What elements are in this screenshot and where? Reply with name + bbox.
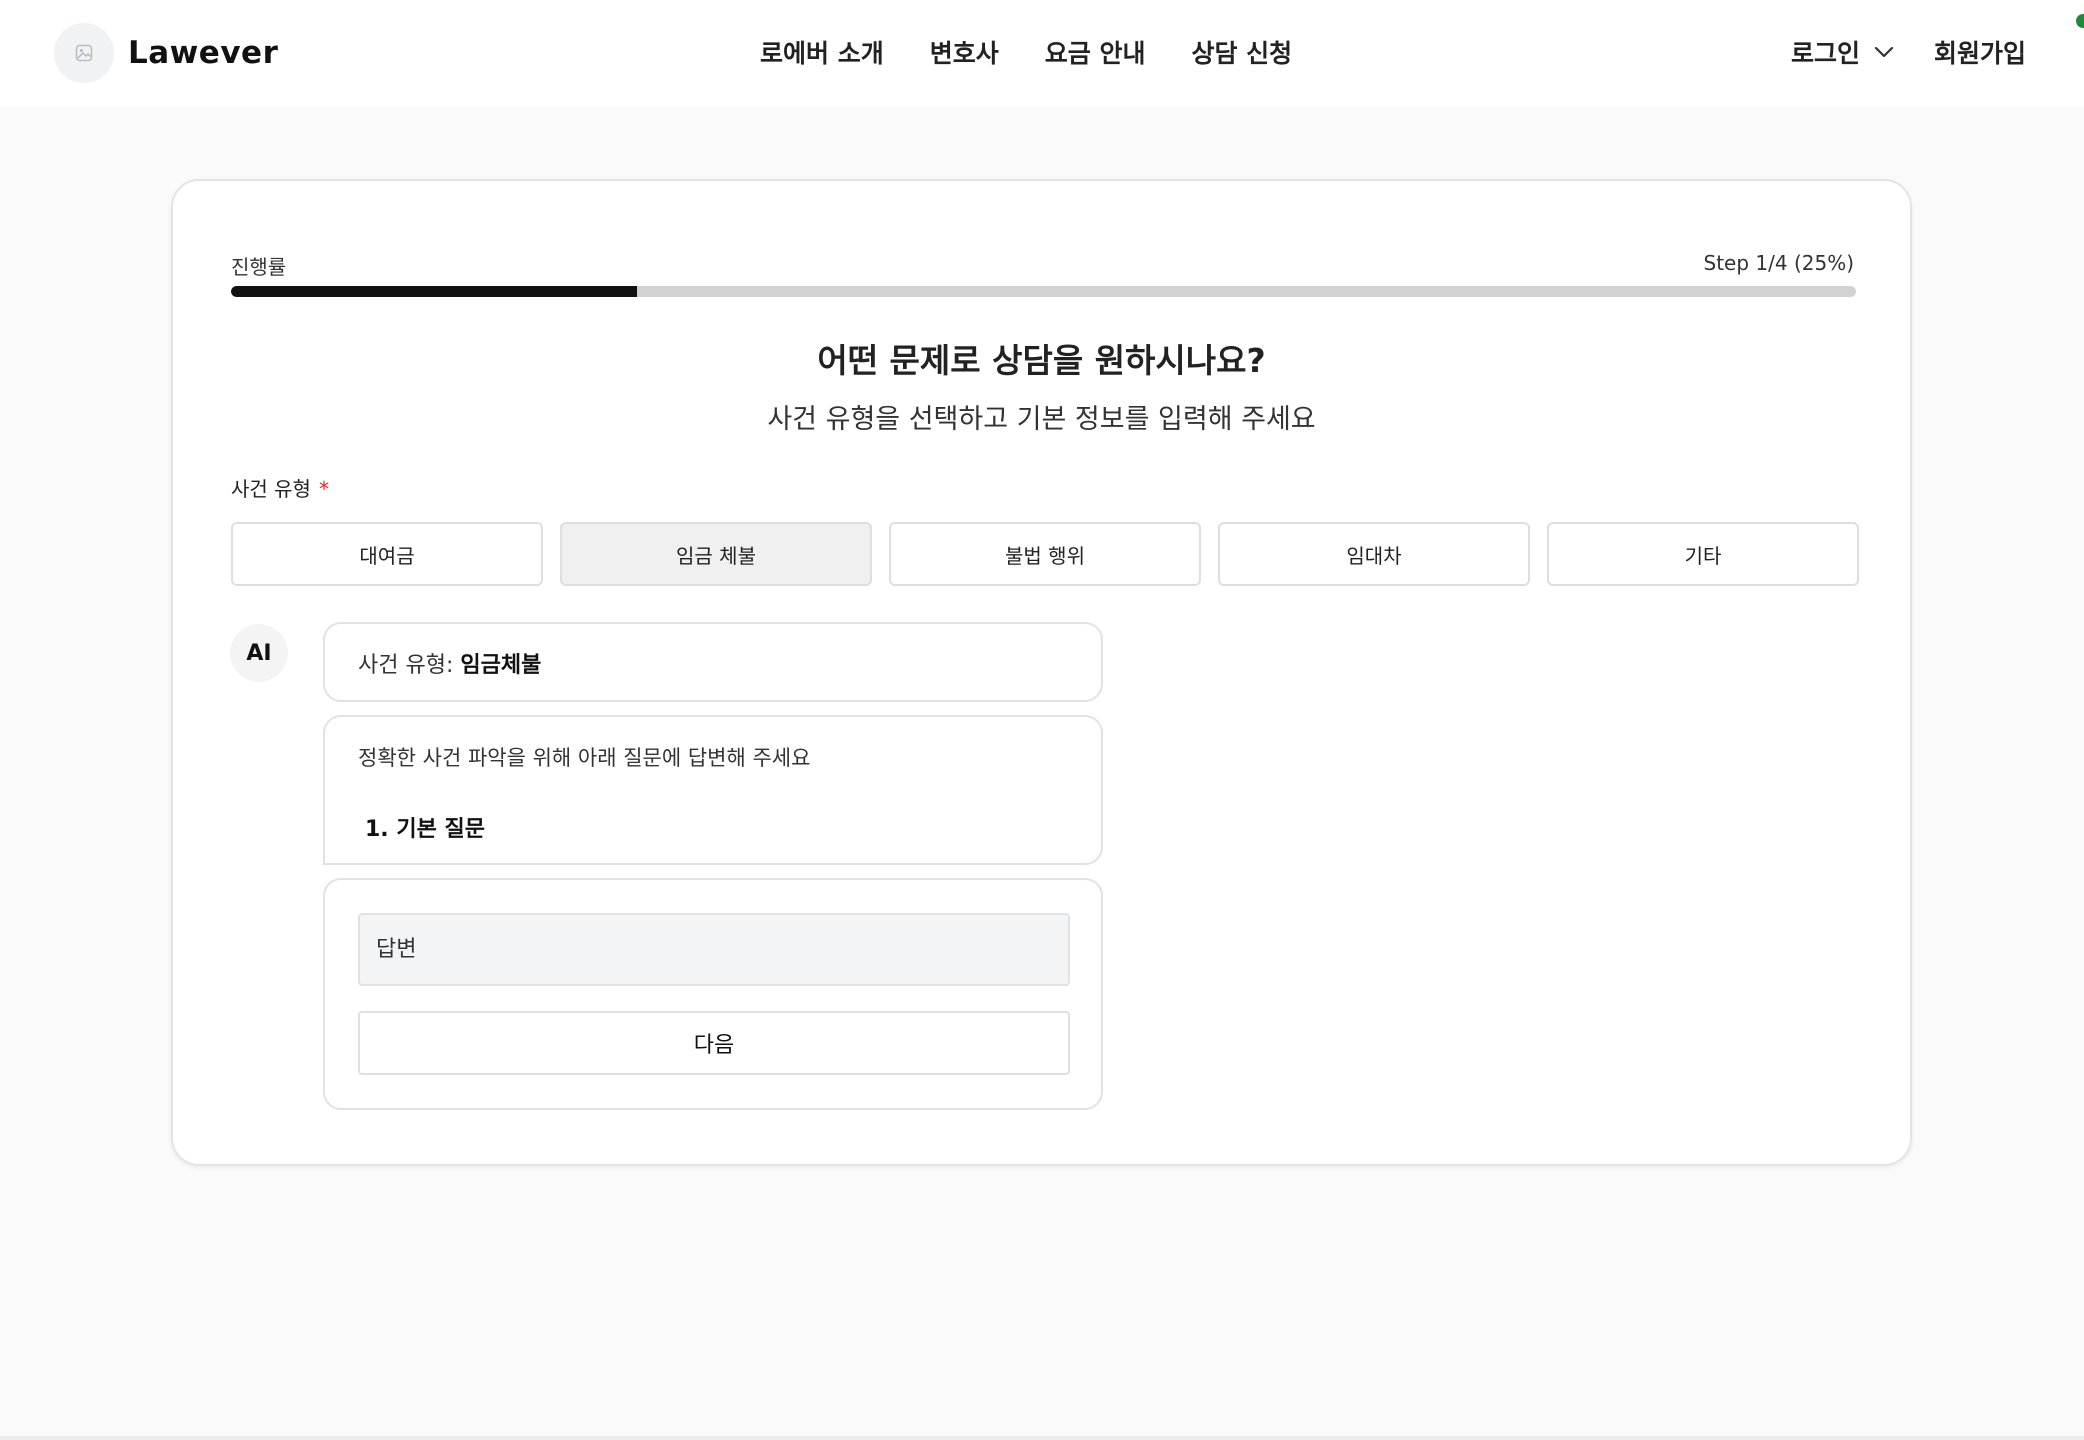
- progress-step-text: Step 1/4 (25%): [1703, 251, 1855, 275]
- chat-bubble-question: 정확한 사건 파악을 위해 아래 질문에 답변해 주세요 1. 기본 질문: [323, 715, 1103, 865]
- case-type-prefix: 사건 유형:: [358, 653, 461, 678]
- progress-bar-fill: [231, 286, 638, 297]
- case-type-lease[interactable]: 임대차: [1218, 522, 1530, 586]
- case-type-label-text: 사건 유형: [231, 477, 311, 501]
- chat-bubble-case-type: 사건 유형: 임금체불: [323, 622, 1103, 702]
- answer-input[interactable]: [358, 913, 1070, 986]
- nav-item-lawyers[interactable]: 변호사: [930, 34, 999, 70]
- brand-logo[interactable]: Lawever: [54, 23, 278, 83]
- progress-label: 진행률: [231, 255, 287, 279]
- case-type-summary: 사건 유형: 임금체불: [358, 647, 541, 679]
- header-actions: 로그인 회원가입: [1791, 34, 2026, 70]
- consultation-card: 진행률 Step 1/4 (25%) 어떤 문제로 상담을 원하시나요? 사건 …: [171, 179, 1912, 1166]
- case-type-other[interactable]: 기타: [1547, 522, 1859, 586]
- page-bottom-divider: [0, 1436, 2084, 1440]
- case-type-value: 임금체불: [460, 653, 542, 678]
- page-subtitle: 사건 유형을 선택하고 기본 정보를 입력해 주세요: [767, 404, 1316, 435]
- signup-link[interactable]: 회원가입: [1934, 34, 2026, 70]
- question-instruction: 정확한 사건 파악을 위해 아래 질문에 답변해 주세요: [358, 746, 811, 770]
- case-type-options: 대여금 임금 체불 불법 행위 임대차 기타: [231, 522, 1859, 586]
- nav-item-consultation[interactable]: 상담 신청: [1191, 34, 1292, 70]
- nav-item-pricing[interactable]: 요금 안내: [1045, 34, 1146, 70]
- chevron-down-icon: [1874, 46, 1894, 58]
- status-dot: [2076, 14, 2084, 28]
- main-nav: 로에버 소개 변호사 요금 안내 상담 신청: [760, 34, 1292, 70]
- brand-name: Lawever: [128, 35, 279, 71]
- login-label: 로그인: [1790, 39, 1860, 68]
- chat-bubble-answer: 다음: [323, 878, 1103, 1110]
- case-type-loan[interactable]: 대여금: [231, 522, 543, 586]
- required-mark: *: [318, 477, 329, 501]
- progress-bar: [231, 286, 1856, 297]
- page-title: 어떤 문제로 상담을 원하시나요?: [817, 341, 1266, 380]
- top-header: Lawever 로에버 소개 변호사 요금 안내 상담 신청 로그인 회원가입: [0, 0, 2084, 106]
- case-type-label: 사건 유형 *: [231, 473, 329, 502]
- question-title: 1. 기본 질문: [365, 817, 485, 842]
- nav-item-about[interactable]: 로에버 소개: [760, 34, 884, 70]
- case-type-tort[interactable]: 불법 행위: [889, 522, 1201, 586]
- login-dropdown[interactable]: 로그인: [1791, 34, 1894, 70]
- next-button[interactable]: 다음: [358, 1011, 1070, 1075]
- ai-avatar: AI: [230, 624, 288, 682]
- case-type-unpaid-wages[interactable]: 임금 체불: [560, 522, 872, 586]
- logo-image-icon: [54, 23, 114, 83]
